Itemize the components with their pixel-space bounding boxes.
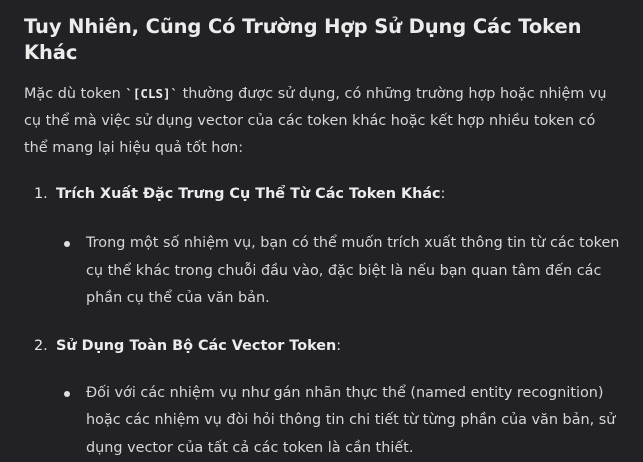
bullet-text: Đối với các nhiệm vụ như gán nhãn thực t… — [86, 385, 615, 456]
bullet-dot-icon — [64, 391, 70, 397]
bullet-list: Đối với các nhiệm vụ như gán nhãn thực t… — [24, 380, 623, 462]
list-item-heading: Trích Xuất Đặc Trưng Cụ Thể Từ Các Token… — [56, 186, 441, 202]
bullet-text: Trong một số nhiệm vụ, bạn có thể muốn t… — [86, 235, 619, 306]
document-page: Tuy Nhiên, Cũng Có Trường Hợp Sử Dụng Cá… — [0, 0, 643, 449]
list-number: 2. — [34, 333, 48, 360]
list-item-heading: Sử Dụng Toàn Bộ Các Vector Token — [56, 338, 336, 354]
numbered-list: 1. Trích Xuất Đặc Trưng Cụ Thể Từ Các To… — [24, 181, 623, 208]
bullet-list: Trong một số nhiệm vụ, bạn có thể muốn t… — [24, 230, 623, 313]
list-item-1: 1. Trích Xuất Đặc Trưng Cụ Thể Từ Các To… — [24, 181, 623, 208]
bullet-dot-icon — [64, 241, 70, 247]
list-item-colon: : — [441, 186, 446, 202]
numbered-list: 2. Sử Dụng Toàn Bộ Các Vector Token: — [24, 333, 623, 360]
bullet-item: Trong một số nhiệm vụ, bạn có thể muốn t… — [24, 230, 623, 313]
intro-text-before: Mặc dù token — [24, 86, 125, 102]
list-number: 1. — [34, 181, 48, 208]
list-item-2: 2. Sử Dụng Toàn Bộ Các Vector Token: — [24, 333, 623, 360]
list-item-colon: : — [336, 338, 341, 354]
section-title: Tuy Nhiên, Cũng Có Trường Hợp Sử Dụng Cá… — [24, 14, 623, 66]
inline-code-cls: `[CLS]` — [125, 86, 178, 101]
intro-paragraph: Mặc dù token `[CLS]` thường được sử dụng… — [24, 80, 623, 162]
bullet-item: Đối với các nhiệm vụ như gán nhãn thực t… — [24, 380, 623, 462]
